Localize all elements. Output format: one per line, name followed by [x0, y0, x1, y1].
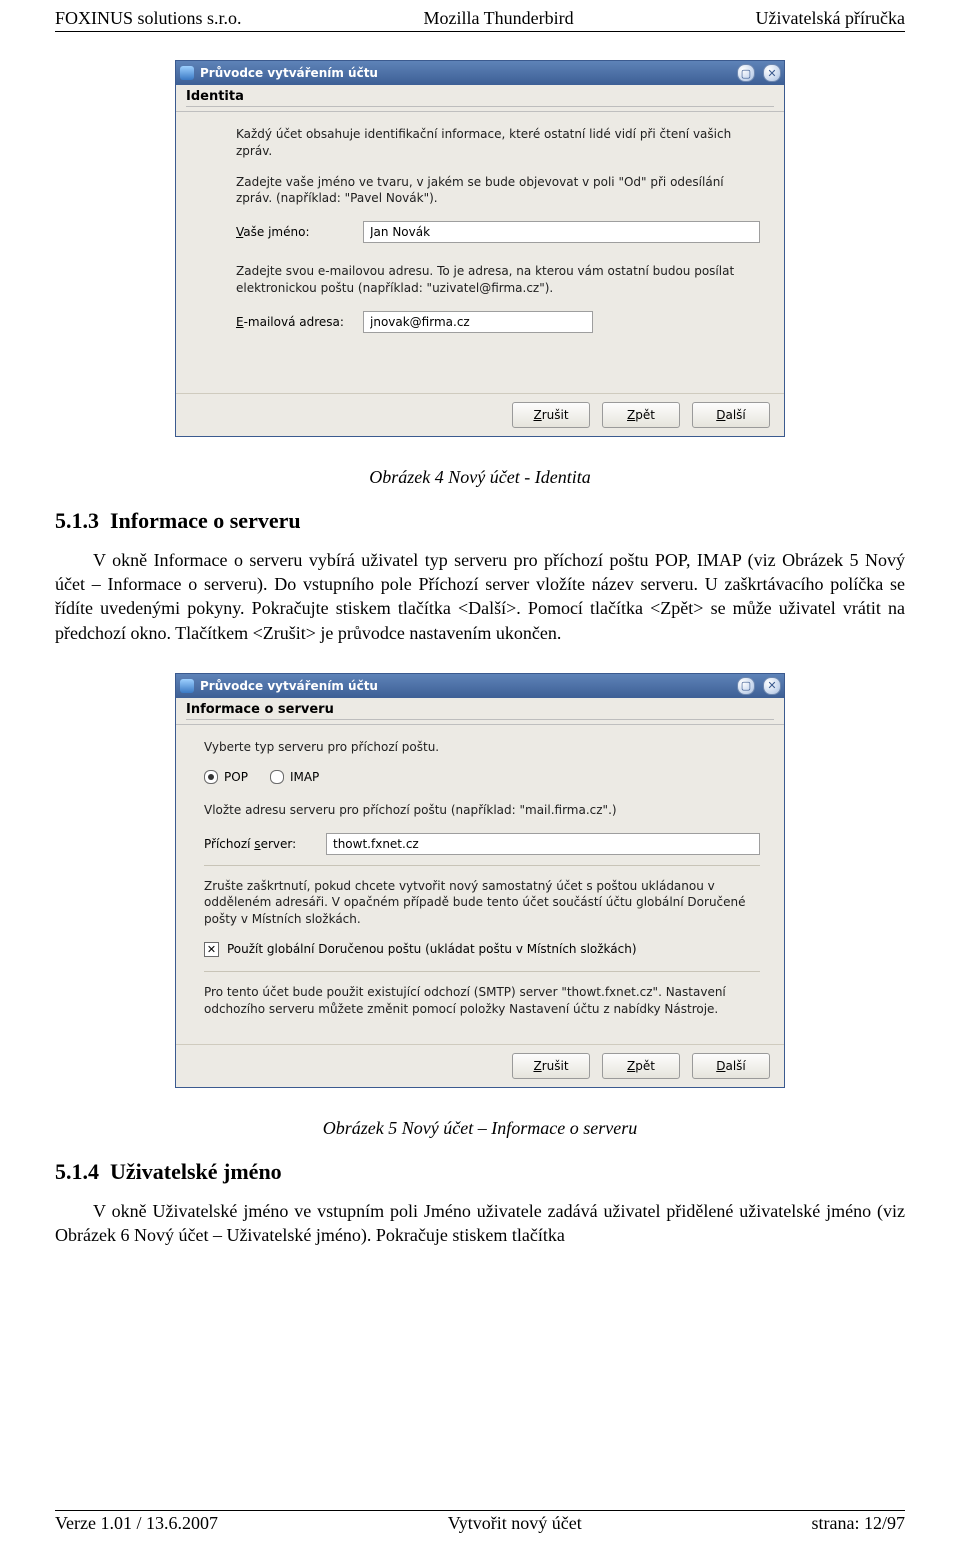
next-button[interactable]: Další: [692, 1053, 770, 1079]
dialog-identita: Průvodce vytvářením účtu ▢ ✕ Identita Ka…: [175, 60, 785, 437]
maximize-icon[interactable]: ▢: [737, 64, 755, 82]
dialog-subheader: Informace o serveru: [176, 698, 784, 725]
cancel-button[interactable]: Zrušit: [512, 402, 590, 428]
radio-pop[interactable]: POP: [204, 770, 248, 784]
incoming-prompt: Vložte adresu serveru pro příchozí poštu…: [204, 802, 760, 819]
titlebar[interactable]: Průvodce vytvářením účtu ▢ ✕: [176, 61, 784, 85]
window-title: Průvodce vytvářením účtu: [200, 66, 729, 80]
next-button[interactable]: Další: [692, 402, 770, 428]
window-title: Průvodce vytvářením účtu: [200, 679, 729, 693]
close-icon[interactable]: ✕: [763, 64, 781, 82]
section-title: Informace o serveru: [186, 702, 774, 717]
incoming-server-input[interactable]: [326, 833, 760, 855]
heading-title: Uživatelské jméno: [110, 1159, 282, 1184]
incoming-label: Příchozí server:: [204, 837, 314, 851]
titlebar[interactable]: Průvodce vytvářením účtu ▢ ✕: [176, 674, 784, 698]
name-input[interactable]: [363, 221, 760, 243]
ftr-left: Verze 1.01 / 13.6.2007: [55, 1513, 218, 1534]
server-type-radios: POP IMAP: [204, 770, 760, 784]
maximize-icon[interactable]: ▢: [737, 677, 755, 695]
separator: [204, 971, 760, 972]
close-icon[interactable]: ✕: [763, 677, 781, 695]
ftr-right: strana: 12/97: [812, 1513, 905, 1534]
window-icon: [180, 679, 194, 693]
checkbox-icon: ✕: [204, 942, 219, 957]
name-label: Vaše jméno:: [236, 225, 351, 239]
hdr-left: FOXINUS solutions s.r.o.: [55, 8, 242, 29]
separator: [204, 865, 760, 866]
global-inbox-text: Zrušte zaškrtnutí, pokud chcete vytvořit…: [204, 878, 760, 928]
window-icon: [180, 66, 194, 80]
global-inbox-check[interactable]: ✕ Použít globální Doručenou poštu (uklád…: [204, 942, 760, 957]
figure-5-caption: Obrázek 5 Nový účet – Informace o server…: [55, 1118, 905, 1139]
section-title: Identita: [186, 89, 774, 104]
smtp-note: Pro tento účet bude použit existující od…: [204, 984, 760, 1018]
cancel-button[interactable]: Zrušit: [512, 1053, 590, 1079]
page-footer: Verze 1.01 / 13.6.2007 Vytvořit nový úče…: [55, 1510, 905, 1534]
radio-imap[interactable]: IMAP: [270, 770, 319, 784]
dialog-subheader: Identita: [176, 85, 784, 112]
paragraph-5-1-4: V okně Uživatelské jméno ve vstupním pol…: [55, 1199, 905, 1248]
figure-4-caption: Obrázek 4 Nový účet - Identita: [55, 467, 905, 488]
heading-5-1-3: 5.1.3 Informace o serveru: [55, 508, 905, 534]
radio-icon: [270, 770, 284, 784]
radio-icon: [204, 770, 218, 784]
heading-num: 5.1.3: [55, 508, 99, 533]
email-label: E-mailová adresa:: [236, 315, 351, 329]
back-button[interactable]: Zpět: [602, 1053, 680, 1079]
hdr-center: Mozilla Thunderbird: [423, 8, 573, 29]
global-inbox-label: Použít globální Doručenou poštu (ukládat…: [227, 942, 637, 956]
email-prompt: Zadejte svou e-mailovou adresu. To je ad…: [236, 263, 760, 297]
hdr-right: Uživatelská příručka: [756, 8, 905, 29]
dialog-server-info: Průvodce vytvářením účtu ▢ ✕ Informace o…: [175, 673, 785, 1088]
paragraph-5-1-3: V okně Informace o serveru vybírá uživat…: [55, 548, 905, 645]
ftr-center: Vytvořit nový účet: [448, 1513, 582, 1534]
choose-server-text: Vyberte typ serveru pro příchozí poštu.: [204, 739, 760, 756]
heading-num: 5.1.4: [55, 1159, 99, 1184]
name-prompt: Zadejte vaše jméno ve tvaru, v jakém se …: [236, 174, 760, 208]
email-input[interactable]: [363, 311, 593, 333]
heading-title: Informace o serveru: [110, 508, 301, 533]
heading-5-1-4: 5.1.4 Uživatelské jméno: [55, 1159, 905, 1185]
page-header: FOXINUS solutions s.r.o. Mozilla Thunder…: [55, 0, 905, 32]
identity-intro: Každý účet obsahuje identifikační inform…: [236, 126, 760, 160]
back-button[interactable]: Zpět: [602, 402, 680, 428]
